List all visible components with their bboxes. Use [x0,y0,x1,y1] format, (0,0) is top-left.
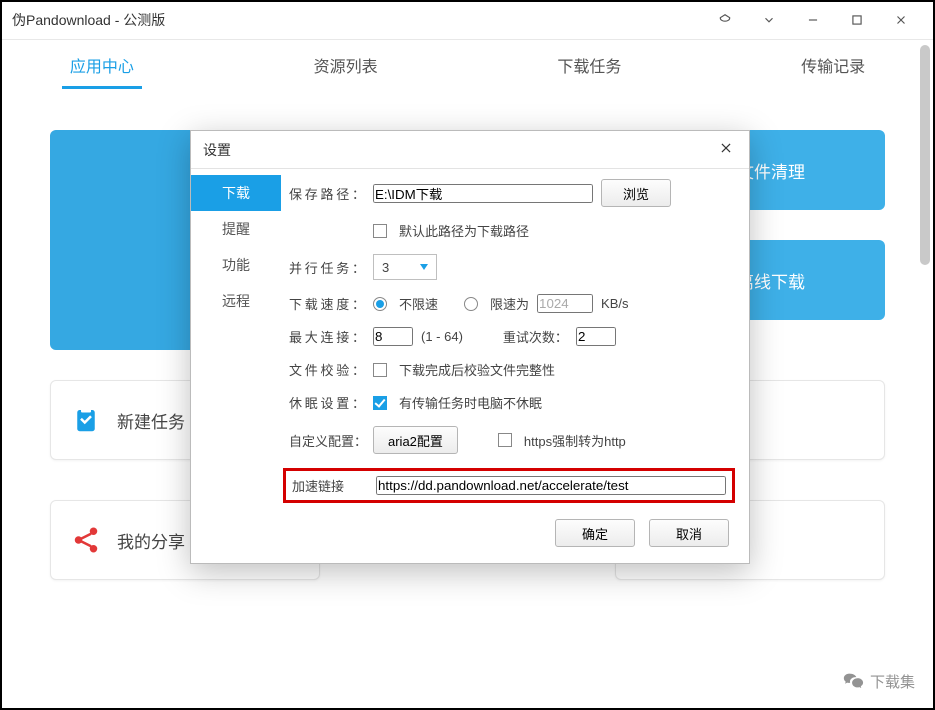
dialog-sidebar: 下载 提醒 功能 远程 [191,169,281,507]
browse-button[interactable]: 浏览 [601,179,671,207]
side-tab-remind[interactable]: 提醒 [191,211,281,247]
parallel-label: 并行任务 [289,258,365,277]
dialog-form: 保存路径 浏览 默认此路径为下载路径 并行任务 3 下载速度 [281,169,749,507]
retry-input[interactable] [576,327,616,346]
verify-checkbox[interactable] [373,363,387,377]
dialog-footer: 确定 取消 [191,507,749,563]
accel-url-input[interactable] [376,476,726,495]
accel-highlight: 加速链接 [283,468,735,503]
save-path-label: 保存路径 [289,184,365,203]
kbs-label: KB/s [601,296,628,311]
save-path-input[interactable] [373,184,593,203]
dialog-title: 设置 [203,140,231,160]
https-http-label: https强制转为http [524,431,626,450]
retry-label: 重试次数： [503,327,568,346]
dialog-titlebar: 设置 [191,131,749,169]
aria2-config-button[interactable]: aria2配置 [373,426,458,454]
parallel-value: 3 [382,260,389,275]
side-tab-function[interactable]: 功能 [191,247,281,283]
https-http-checkbox[interactable] [498,433,512,447]
sleep-checkbox[interactable] [373,396,387,410]
side-tab-download[interactable]: 下载 [191,175,281,211]
watermark-text: 下载集 [870,671,915,692]
max-conn-label: 最大连接 [289,327,365,346]
parallel-select[interactable]: 3 [373,254,437,280]
verify-desc: 下载完成后校验文件完整性 [399,360,555,379]
wechat-icon [842,670,864,692]
side-tab-remote[interactable]: 远程 [191,283,281,319]
scrollbar-thumb[interactable] [920,45,930,265]
dialog-close-button[interactable] [715,137,737,162]
verify-label: 文件校验 [289,360,365,379]
sleep-label: 休眠设置 [289,393,365,412]
speed-label: 下载速度 [289,294,365,313]
settings-dialog: 设置 下载 提醒 功能 远程 保存路径 浏览 默认此路径为下载路径 [190,130,750,564]
sleep-desc: 有传输任务时电脑不休眠 [399,393,542,412]
unlimited-label: 不限速 [399,294,438,313]
unlimited-radio[interactable] [373,297,387,311]
dialog-mask: 设置 下载 提醒 功能 远程 保存路径 浏览 默认此路径为下载路径 [0,0,935,710]
chevron-down-icon [420,264,428,270]
cancel-button[interactable]: 取消 [649,519,729,547]
default-path-label: 默认此路径为下载路径 [399,221,529,240]
accel-label: 加速链接 [292,476,368,495]
max-conn-input[interactable] [373,327,413,346]
ok-button[interactable]: 确定 [555,519,635,547]
custom-label: 自定义配置 [289,431,365,450]
vertical-scrollbar[interactable] [920,45,930,700]
watermark: 下载集 [842,670,915,692]
limit-speed-input[interactable] [537,294,593,313]
default-path-checkbox[interactable] [373,224,387,238]
limited-radio[interactable] [464,297,478,311]
conn-range-label: (1 - 64) [421,329,463,344]
limited-label: 限速为 [490,294,529,313]
